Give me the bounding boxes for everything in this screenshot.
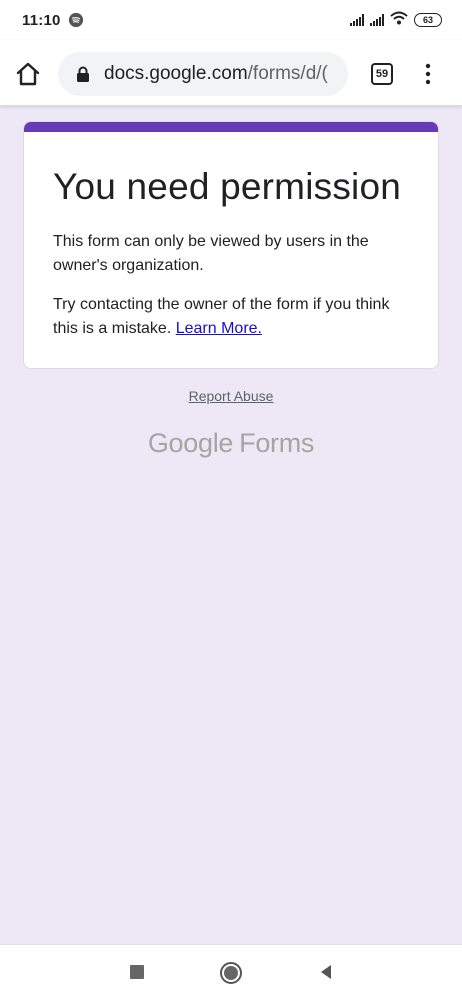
- url-text: docs.google.com/forms/d/(: [104, 63, 328, 85]
- logo-google-text: Google: [147, 428, 234, 458]
- wifi-icon: [390, 11, 408, 30]
- tabs-icon[interactable]: 59: [371, 63, 393, 85]
- google-forms-logo: Google Forms: [0, 428, 462, 459]
- logo-forms-text: Forms: [239, 428, 315, 458]
- system-nav-bar: [0, 944, 462, 1000]
- status-bar: 11:10 63: [0, 0, 462, 40]
- nav-home-dot: [224, 966, 238, 980]
- contact-owner-message: Try contacting the owner of the form if …: [53, 293, 413, 341]
- signal-icon: [350, 14, 364, 26]
- signal-icon: [370, 14, 384, 26]
- status-time: 11:10: [22, 11, 61, 29]
- spotify-icon: [68, 13, 83, 27]
- learn-more-link[interactable]: Learn More.: [176, 320, 262, 337]
- lock-icon: [76, 66, 90, 82]
- permission-card: You need permission This form can only b…: [23, 121, 439, 369]
- report-abuse-link[interactable]: Report Abuse: [0, 388, 462, 404]
- url-path: /forms/d/(: [247, 63, 328, 84]
- url-bar[interactable]: docs.google.com/forms/d/(: [58, 52, 348, 96]
- card-accent-bar: [24, 122, 438, 132]
- battery-icon: 63: [414, 13, 442, 27]
- page-title: You need permission: [53, 166, 402, 207]
- status-right: 63: [350, 11, 442, 30]
- home-icon[interactable]: [14, 60, 42, 88]
- status-left: 11:10: [22, 12, 83, 29]
- back-icon[interactable]: [318, 964, 334, 980]
- more-vert-icon[interactable]: [418, 63, 438, 85]
- url-host: docs.google.com: [104, 63, 248, 84]
- recents-icon[interactable]: [130, 965, 144, 979]
- permission-message: This form can only be viewed by users in…: [53, 233, 369, 274]
- report-abuse-label: Report Abuse: [188, 388, 274, 404]
- nav-home-icon[interactable]: [220, 962, 242, 984]
